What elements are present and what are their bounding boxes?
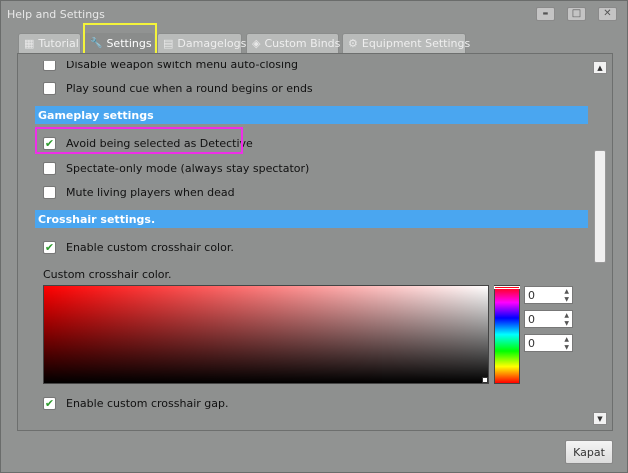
setting-label: Spectate-only mode (always stay spectato… bbox=[66, 161, 310, 175]
close-button[interactable]: Kapat bbox=[565, 440, 613, 464]
detective-option-highlight bbox=[35, 127, 243, 154]
color-saturation-picker[interactable] bbox=[43, 285, 489, 384]
setting-label: Mute living players when dead bbox=[66, 185, 235, 199]
close-icon: ✕ bbox=[603, 8, 612, 19]
help-settings-window: Help and Settings ▬ □ ✕ ▦ Tutorial 🔧 Set… bbox=[0, 0, 628, 473]
maximize-icon: □ bbox=[571, 8, 582, 19]
spin-up-icon[interactable]: ▲ bbox=[564, 313, 569, 319]
checkbox[interactable] bbox=[43, 81, 56, 95]
tab-custom-binds[interactable]: ◈ Custom Binds bbox=[246, 33, 341, 53]
book-icon: ▦ bbox=[24, 37, 35, 50]
setting-label: Enable custom crosshair color. bbox=[66, 240, 234, 254]
gear-icon: ⚙ bbox=[348, 37, 358, 50]
green-value: 0 bbox=[528, 313, 535, 326]
tab-label: Damagelogs bbox=[177, 37, 247, 50]
vertical-scrollbar[interactable]: ▲ ▼ bbox=[593, 58, 608, 428]
arrow-up-icon: ▲ bbox=[597, 63, 603, 72]
blue-value: 0 bbox=[528, 337, 535, 350]
arrow-down-icon: ▼ bbox=[597, 414, 603, 423]
gameplay-section-header: Gameplay settings bbox=[35, 106, 588, 124]
checkbox-checked[interactable]: ✔ bbox=[43, 396, 56, 410]
tab-damagelogs[interactable]: ▤ Damagelogs bbox=[157, 33, 246, 53]
spin-down-icon[interactable]: ▼ bbox=[564, 297, 569, 303]
maximize-button[interactable]: □ bbox=[567, 7, 586, 21]
crosshair-section-header: Crosshair settings. bbox=[35, 210, 588, 228]
scroll-down-button[interactable]: ▼ bbox=[593, 412, 607, 425]
tab-label: Equipment Settings bbox=[361, 37, 471, 50]
spin-up-icon[interactable]: ▲ bbox=[564, 289, 569, 295]
checkbox[interactable] bbox=[43, 161, 56, 175]
window-title: Help and Settings bbox=[7, 8, 105, 21]
table-icon: ▤ bbox=[163, 37, 174, 50]
spin-up-icon[interactable]: ▲ bbox=[564, 337, 569, 343]
tab-label: Custom Binds bbox=[264, 37, 341, 50]
setting-label: Enable custom crosshair gap. bbox=[66, 396, 229, 410]
minimize-button[interactable]: ▬ bbox=[536, 7, 555, 21]
checkbox-checked[interactable]: ✔ bbox=[43, 240, 56, 254]
setting-row-custom-color[interactable]: ✔ Enable custom crosshair color. bbox=[26, 239, 234, 255]
tab-tutorial[interactable]: ▦ Tutorial bbox=[18, 33, 81, 53]
blue-value-stepper[interactable]: 0 ▲ ▼ bbox=[524, 334, 573, 352]
minimize-icon: ▬ bbox=[542, 10, 549, 17]
setting-row-round-cue[interactable]: Play sound cue when a round begins or en… bbox=[26, 80, 313, 96]
red-value-stepper[interactable]: 0 ▲ ▼ bbox=[524, 286, 573, 304]
settings-tab-highlight bbox=[83, 23, 157, 56]
scrollbar-thumb[interactable] bbox=[594, 150, 606, 263]
tab-label: Tutorial bbox=[38, 37, 79, 50]
close-window-button[interactable]: ✕ bbox=[598, 7, 617, 21]
hue-slider[interactable] bbox=[494, 285, 520, 384]
setting-row-spectate-only[interactable]: Spectate-only mode (always stay spectato… bbox=[26, 160, 309, 176]
scroll-up-button[interactable]: ▲ bbox=[593, 61, 607, 74]
setting-row-custom-gap[interactable]: ✔ Enable custom crosshair gap. bbox=[26, 395, 228, 411]
spin-down-icon[interactable]: ▼ bbox=[564, 321, 569, 327]
color-picker-handle[interactable] bbox=[482, 377, 488, 383]
check-icon: ✔ bbox=[44, 396, 55, 410]
cube-icon: ◈ bbox=[252, 37, 261, 50]
check-icon: ✔ bbox=[44, 240, 55, 254]
setting-row-mute-living[interactable]: Mute living players when dead bbox=[26, 184, 235, 200]
hue-marker[interactable] bbox=[494, 286, 520, 289]
checkbox[interactable] bbox=[43, 185, 56, 199]
red-value: 0 bbox=[528, 289, 535, 302]
custom-color-label: Custom crosshair color. bbox=[43, 268, 172, 281]
setting-label: Play sound cue when a round begins or en… bbox=[66, 81, 313, 95]
green-value-stepper[interactable]: 0 ▲ ▼ bbox=[524, 310, 573, 328]
tab-equipment-settings[interactable]: ⚙ Equipment Settings bbox=[342, 33, 470, 53]
spin-down-icon[interactable]: ▼ bbox=[564, 345, 569, 351]
